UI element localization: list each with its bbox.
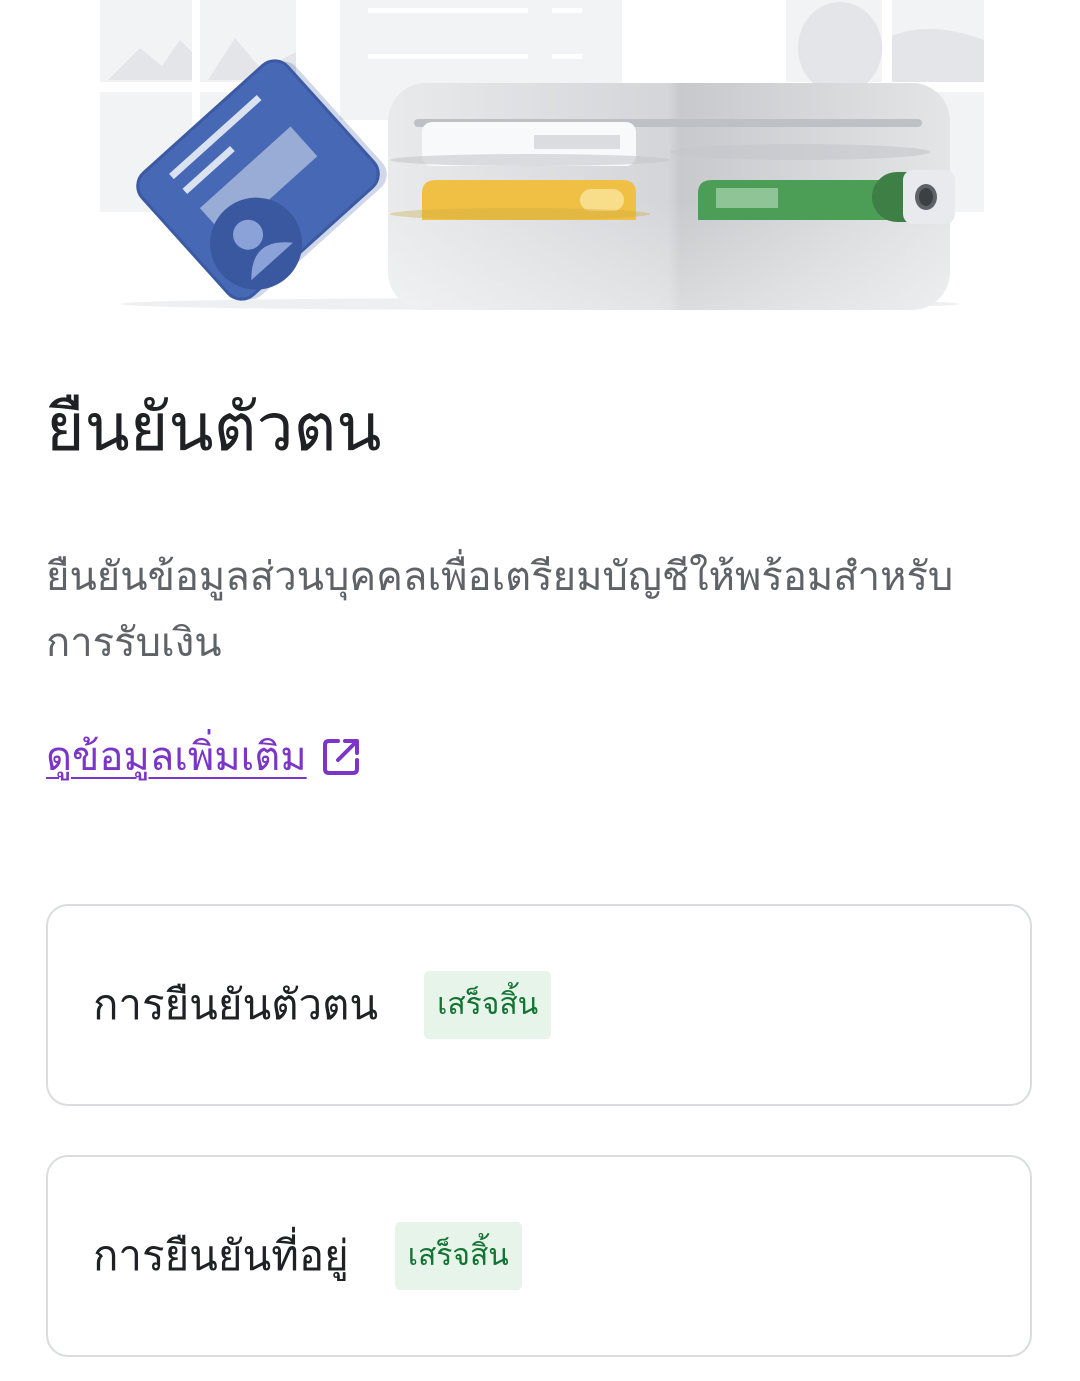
identity-verification-label: การยืนยันตัวตน [93, 980, 379, 1029]
identity-verification-card[interactable]: การยืนยันตัวตน เสร็จสิ้น [46, 904, 1032, 1106]
status-badge: เสร็จสิ้น [424, 971, 552, 1039]
wallet-graphic [388, 83, 955, 310]
status-badge: เสร็จสิ้น [394, 1222, 522, 1290]
learn-more-link[interactable]: ดูข้อมูลเพิ่มเติม [46, 726, 361, 788]
learn-more-label: ดูข้อมูลเพิ่มเติม [46, 734, 307, 780]
page-title: ยืนยันตัวตน [46, 389, 382, 466]
page-description: ยืนยันข้อมูลส่วนบุคคลเพื่อเตรียมบัญชีให้… [46, 554, 954, 666]
id-card-and-wallet-illustration [0, 0, 1080, 330]
address-verification-label: การยืนยันที่อยู่ [93, 1231, 349, 1280]
address-verification-card[interactable]: การยืนยันที่อยู่ เสร็จสิ้น [46, 1155, 1032, 1357]
open-in-new-icon [322, 739, 359, 775]
